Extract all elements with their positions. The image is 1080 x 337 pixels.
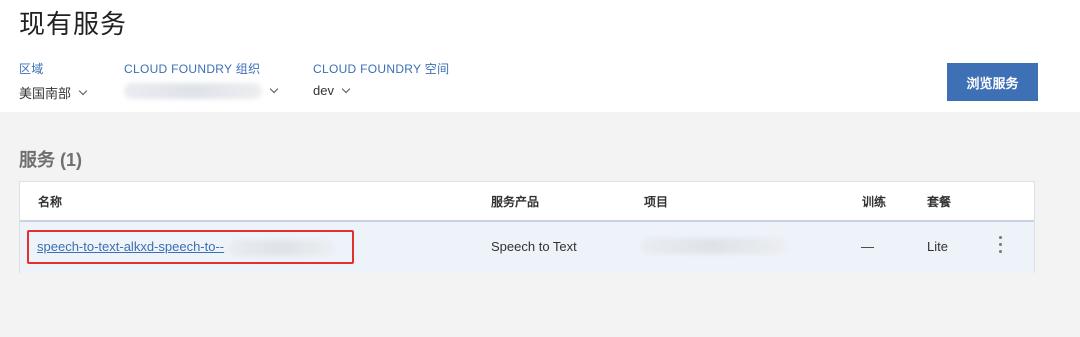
space-filter-label: CLOUD FOUNDRY 空间 [313,62,450,76]
service-project-value [641,238,787,254]
org-filter-value[interactable] [124,83,262,99]
table-header: 名称 服务产品 项目 训练 套餐 [20,182,1034,222]
column-header-plan[interactable]: 套餐 [927,193,951,210]
service-name-cell: speech-to-text-alkxd-speech-to-- [37,239,334,256]
space-filter[interactable]: CLOUD FOUNDRY 空间 dev [313,60,449,98]
column-header-offering[interactable]: 服务产品 [491,193,539,210]
service-training-cell: — [861,239,874,254]
org-filter[interactable]: CLOUD FOUNDRY 组织 [124,60,279,99]
service-project-cell [641,238,787,257]
table-row[interactable]: speech-to-text-alkxd-speech-to-- Speech … [20,222,1034,273]
page-title: 现有服务 [19,9,128,39]
column-header-name[interactable]: 名称 [38,193,62,210]
service-offering-cell: Speech to Text [491,239,577,254]
region-filter-value[interactable]: 美国南部 [19,83,71,102]
region-filter-label: 区域 [19,62,44,76]
column-header-project[interactable]: 项目 [644,193,668,210]
services-table: 名称 服务产品 项目 训练 套餐 speech-to-text-alkxd-sp… [19,181,1035,273]
chevron-down-icon[interactable] [78,86,88,95]
region-filter[interactable]: 区域 美国南部 [19,60,88,102]
header-area: 现有服务 区域 美国南部 CLOUD FOUNDRY 组织 CLOUD FOUN… [0,0,1080,112]
org-filter-label: CLOUD FOUNDRY 组织 [124,62,261,76]
redacted-name-suffix [229,239,334,256]
space-filter-value[interactable]: dev [313,83,334,98]
service-name-link[interactable]: speech-to-text-alkxd-speech-to-- [37,239,224,254]
overflow-menu-icon[interactable] [997,236,1003,260]
services-section-title: 服务 (1) [19,150,82,170]
column-header-training[interactable]: 训练 [862,193,886,210]
service-plan-cell: Lite [927,239,948,254]
chevron-down-icon[interactable] [341,84,351,93]
chevron-down-icon[interactable] [269,84,279,94]
browse-services-button[interactable]: 浏览服务 [947,63,1038,101]
services-section: 服务 (1) 名称 服务产品 项目 训练 套餐 speech-to-text-a… [0,112,1080,337]
